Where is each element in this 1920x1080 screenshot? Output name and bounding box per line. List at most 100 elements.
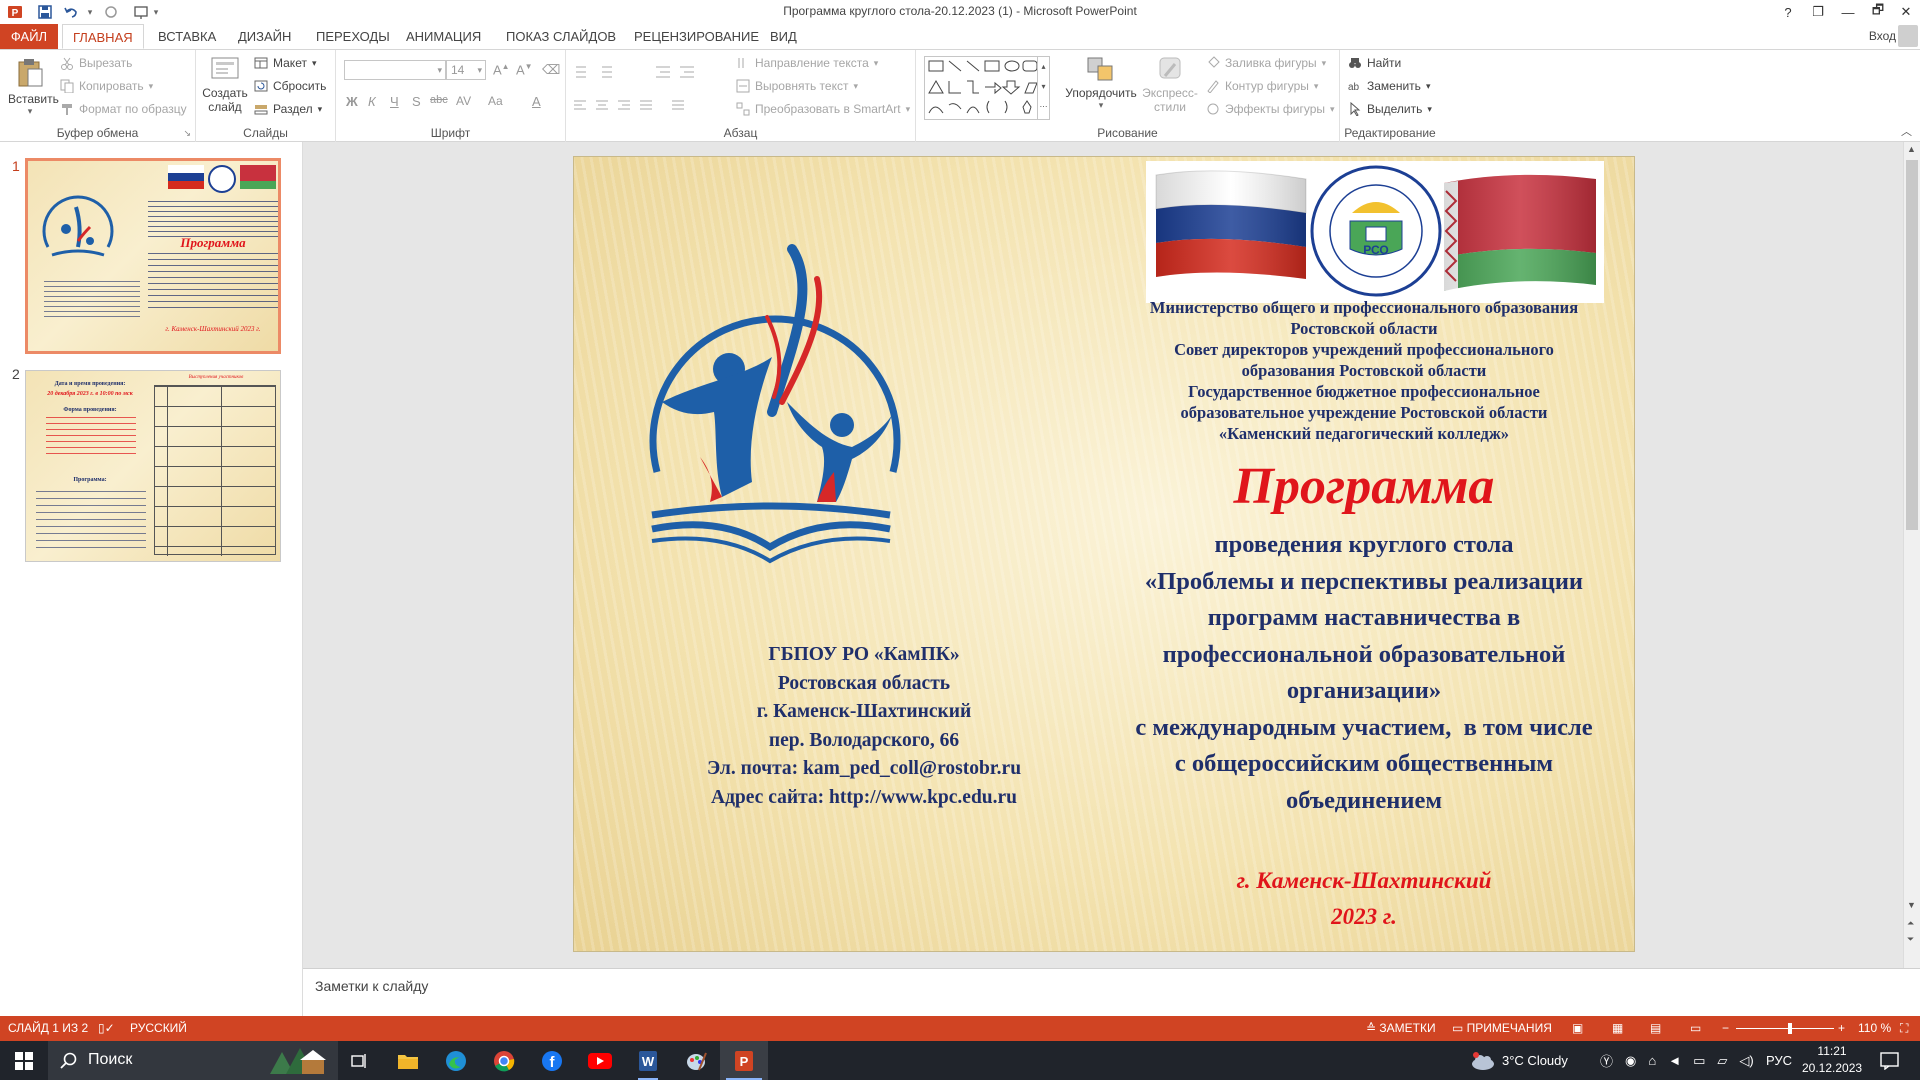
shape-fill-button[interactable]: Заливка фигуры ▾ xyxy=(1206,56,1326,70)
system-tray-icons[interactable]: Ⓨ ◉ ⌂ ◄ ▭ ▱ ◁) xyxy=(1600,1041,1754,1080)
tab-insert[interactable]: ВСТАВКА xyxy=(148,24,226,49)
clock[interactable]: 11:21 20.12.2023 xyxy=(1802,1043,1862,1077)
shapes-gallery[interactable]: ▴ ▾ ⋯ xyxy=(924,56,1050,120)
shadow-button[interactable]: S xyxy=(412,94,421,109)
scroll-down-icon[interactable]: ▼ xyxy=(1907,900,1916,910)
decrease-font-icon[interactable]: A▼ xyxy=(516,62,533,77)
shapes-gallery-scroll-icon[interactable]: ▴ ▾ ⋯ xyxy=(1037,57,1049,119)
network-icon[interactable]: ⌂ xyxy=(1648,1053,1656,1068)
user-avatar-icon[interactable] xyxy=(1898,25,1918,47)
yandex-icon[interactable]: Ⓨ xyxy=(1600,1051,1613,1070)
tab-file[interactable]: ФАЙЛ xyxy=(0,24,58,49)
find-button[interactable]: Найти xyxy=(1348,56,1401,70)
spellcheck-icon[interactable]: ▯✓ xyxy=(98,1021,115,1035)
paint-icon[interactable] xyxy=(672,1041,720,1080)
weather-widget[interactable]: 3°C Cloudy xyxy=(1470,1041,1568,1080)
word-icon[interactable]: W xyxy=(624,1041,672,1080)
close-button[interactable]: ✕ xyxy=(1892,0,1920,24)
slide-thumbnail-2[interactable]: Дата и время проведения: 20 декабря 2023… xyxy=(25,370,281,562)
arrange-button[interactable]: Упорядочить ▾ xyxy=(1064,54,1138,111)
zoom-slider-thumb[interactable] xyxy=(1788,1023,1792,1034)
font-size-combo[interactable]: 14 ▾ xyxy=(446,60,486,80)
strikethrough-button[interactable]: abc xyxy=(430,94,448,106)
italic-button[interactable]: К xyxy=(368,94,376,109)
increase-font-icon[interactable]: A▲ xyxy=(493,62,510,77)
file-explorer-icon[interactable] xyxy=(384,1041,432,1080)
copy-button[interactable]: Копировать ▾ xyxy=(60,79,153,93)
ribbon-display-options-button[interactable]: ❐ xyxy=(1804,0,1832,24)
replace-button[interactable]: ab Заменить ▾ xyxy=(1348,79,1430,93)
collapse-ribbon-icon[interactable]: ︿ xyxy=(1901,123,1912,139)
reading-view-icon[interactable]: ▤ xyxy=(1650,1021,1661,1035)
next-slide-icon[interactable]: ⏷ xyxy=(1907,934,1914,945)
underline-button[interactable]: Ч xyxy=(390,94,399,109)
font-color-button[interactable]: A xyxy=(532,94,541,109)
keyboard-language[interactable]: РУС xyxy=(1766,1041,1792,1080)
language-indicator[interactable]: РУССКИЙ xyxy=(130,1021,187,1035)
text-direction-button[interactable]: Направление текста ▾ xyxy=(736,56,878,70)
alignment-buttons-icon[interactable] xyxy=(572,98,712,114)
tab-home[interactable]: ГЛАВНАЯ xyxy=(62,24,144,49)
notifications-icon[interactable] xyxy=(1880,1041,1900,1080)
taskbar-search[interactable]: Поиск xyxy=(48,1041,338,1080)
previous-slide-icon[interactable]: ⏶ xyxy=(1907,918,1914,929)
convert-smartart-button[interactable]: Преобразовать в SmartArt ▾ xyxy=(736,102,910,116)
scroll-up-icon[interactable]: ▲ xyxy=(1907,144,1916,154)
format-painter-button[interactable]: Формат по образцу xyxy=(60,102,187,116)
vertical-scrollbar[interactable]: ▲ ▼ ⏶ ⏷ xyxy=(1903,142,1920,968)
normal-view-icon[interactable]: ▣ xyxy=(1572,1021,1583,1035)
scroll-thumb[interactable] xyxy=(1906,160,1918,530)
select-button[interactable]: Выделить ▾ xyxy=(1348,102,1432,116)
clear-formatting-icon[interactable]: ⌫ xyxy=(542,62,560,78)
location-icon[interactable]: ◉ xyxy=(1625,1053,1636,1069)
font-name-combo[interactable]: ▾ xyxy=(344,60,446,80)
slideshow-view-icon[interactable]: ▭ xyxy=(1690,1021,1701,1035)
chrome-browser-icon[interactable] xyxy=(480,1041,528,1080)
change-case-button[interactable]: Aa xyxy=(488,94,503,108)
quick-styles-button[interactable]: Экспресс- стили xyxy=(1138,54,1202,114)
youtube-icon[interactable] xyxy=(576,1041,624,1080)
facebook-icon[interactable]: f xyxy=(528,1041,576,1080)
tab-animation[interactable]: АНИМАЦИЯ xyxy=(396,24,491,49)
tab-view[interactable]: ВИД xyxy=(760,24,807,49)
dialog-launcher-icon[interactable]: ↘ xyxy=(183,128,191,139)
tab-review[interactable]: РЕЦЕНЗИРОВАНИЕ xyxy=(624,24,769,49)
bold-button[interactable]: Ж xyxy=(346,94,358,109)
volume-icon[interactable]: ◁) xyxy=(1739,1053,1753,1069)
zoom-slider[interactable] xyxy=(1736,1023,1834,1034)
slide-thumbnail-1[interactable]: Программа г. Каменск-Шахтинский 2023 г. xyxy=(25,158,281,354)
char-spacing-button[interactable]: AV xyxy=(456,94,471,108)
shape-effects-button[interactable]: Эффекты фигуры ▾ xyxy=(1206,102,1335,116)
edge-browser-icon[interactable] xyxy=(432,1041,480,1080)
battery-icon[interactable]: ▱ xyxy=(1717,1053,1727,1069)
layout-button[interactable]: Макет ▾ xyxy=(254,56,317,70)
start-button[interactable] xyxy=(0,1041,48,1080)
slide-canvas[interactable]: РСО Министерство общего и профессиональн… xyxy=(573,156,1635,952)
notes-toggle[interactable]: ≙ ЗАМЕТКИ xyxy=(1366,1021,1436,1035)
comments-toggle[interactable]: ▭ ПРИМЕЧАНИЯ xyxy=(1452,1021,1552,1035)
shape-outline-button[interactable]: Контур фигуры ▾ xyxy=(1206,79,1318,93)
list-buttons-icon[interactable] xyxy=(572,64,722,80)
slide-sorter-icon[interactable]: ▦ xyxy=(1612,1021,1623,1035)
align-text-button[interactable]: Выровнять текст ▾ xyxy=(736,79,858,93)
restore-button[interactable]: 🗗 xyxy=(1864,0,1892,24)
fit-slide-icon[interactable]: ⛶ xyxy=(1900,1021,1908,1036)
cut-button[interactable]: Вырезать xyxy=(60,56,132,70)
new-slide-button[interactable]: Создать слайд xyxy=(202,54,248,132)
paste-button[interactable]: Вставить ▾ xyxy=(8,56,59,128)
sign-in-link[interactable]: Вход xyxy=(1869,29,1896,43)
help-button[interactable]: ? xyxy=(1774,0,1802,24)
reset-button[interactable]: Сбросить xyxy=(254,79,326,93)
tab-design[interactable]: ДИЗАЙН xyxy=(228,24,301,49)
powerpoint-taskbar-icon[interactable]: P xyxy=(720,1041,768,1080)
tab-transitions[interactable]: ПЕРЕХОДЫ xyxy=(306,24,400,49)
zoom-in-button[interactable]: + xyxy=(1838,1021,1845,1035)
zoom-out-button[interactable]: − xyxy=(1722,1021,1729,1035)
wifi-icon[interactable]: ▭ xyxy=(1693,1053,1705,1069)
notes-pane[interactable]: Заметки к слайду xyxy=(303,968,1920,1016)
zoom-level[interactable]: 110 % xyxy=(1858,1021,1891,1035)
task-view-icon[interactable] xyxy=(336,1041,384,1080)
minimize-button[interactable]: — xyxy=(1834,0,1862,24)
speaker-icon[interactable]: ◄ xyxy=(1668,1053,1681,1068)
section-button[interactable]: Раздел ▾ xyxy=(254,102,322,116)
